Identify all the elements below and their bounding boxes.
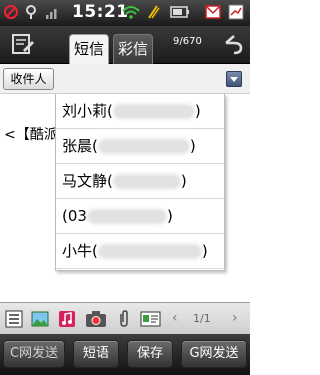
battery-icon xyxy=(170,6,189,18)
prev-page-icon[interactable]: ‹ xyxy=(172,310,178,326)
compose-icon[interactable] xyxy=(11,33,35,55)
list-item[interactable]: 刘小莉() xyxy=(56,94,224,129)
data-icon xyxy=(228,4,244,20)
contact-card-icon[interactable] xyxy=(140,310,161,328)
image-icon[interactable] xyxy=(31,310,49,328)
no-signal-icon xyxy=(4,5,18,19)
signal-bars-icon xyxy=(46,9,57,19)
phrases-button[interactable]: 短语 xyxy=(73,340,119,368)
text-list-icon[interactable] xyxy=(5,310,23,328)
obscured-number xyxy=(88,211,165,222)
contact-suggestions: 刘小莉() 张晨() 马文静() (03) 小牛() xyxy=(55,94,225,271)
save-button[interactable]: 保存 xyxy=(127,340,173,368)
recipient-button[interactable]: 收件人 xyxy=(3,68,54,90)
obscured-number xyxy=(114,176,179,187)
recipient-row: 收件人 xyxy=(0,64,250,94)
header-bar: 短信 彩信 9/670 xyxy=(0,26,250,64)
obscured-number xyxy=(114,106,193,117)
obscured-number xyxy=(99,141,188,152)
obscured-number xyxy=(99,246,200,257)
list-item[interactable]: 小牛() xyxy=(56,234,224,269)
next-page-icon[interactable]: › xyxy=(232,310,238,326)
send-gsm-button[interactable]: G网发送 xyxy=(181,340,247,368)
music-icon[interactable] xyxy=(58,310,76,328)
character-counter: 9/670 xyxy=(173,36,202,47)
attachment-icon[interactable] xyxy=(115,310,133,328)
bottom-action-bar: C网发送 短语 保存 G网发送 xyxy=(0,334,250,375)
page-indicator: 1/1 xyxy=(193,312,211,325)
tab-sms[interactable]: 短信 xyxy=(69,34,109,64)
message-body[interactable]: <【酷派 xyxy=(4,124,58,144)
tab-mms[interactable]: 彩信 xyxy=(113,34,153,64)
status-bar: 15:21 xyxy=(0,0,250,26)
send-cdma-button[interactable]: C网发送 xyxy=(3,340,65,368)
list-item[interactable]: (03) xyxy=(56,199,224,234)
sync-icon xyxy=(148,5,160,19)
location-pin-icon xyxy=(26,5,36,19)
camera-icon[interactable] xyxy=(85,310,107,328)
attachment-toolbar: ‹ 1/1 › xyxy=(0,302,250,334)
wifi-icon xyxy=(122,6,140,19)
list-item[interactable]: 马文静() xyxy=(56,164,224,199)
back-icon[interactable] xyxy=(220,33,244,55)
email-icon xyxy=(205,5,221,19)
list-item[interactable]: 张晨() xyxy=(56,129,224,164)
chevron-down-icon[interactable] xyxy=(226,71,242,87)
